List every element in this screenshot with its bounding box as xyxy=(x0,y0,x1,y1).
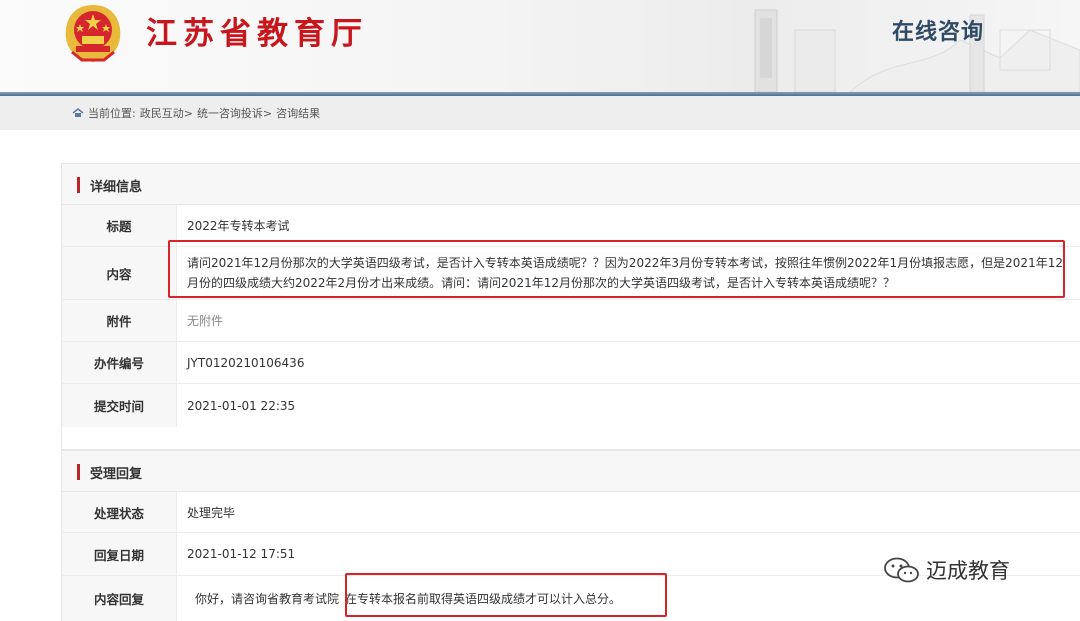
detail-row-submit-time: 提交时间 2021-01-01 22:35 xyxy=(62,384,1080,427)
breadcrumb: 当前位置: 政民互动> 统一咨询投诉> 咨询结果 xyxy=(72,105,320,121)
national-emblem-icon xyxy=(65,5,121,62)
detail-row-attachment: 附件 无附件 xyxy=(62,300,1080,342)
highlight-box-question xyxy=(168,240,1065,298)
row-label: 提交时间 xyxy=(62,384,177,427)
breadcrumb-link-interaction[interactable]: 政民互动> xyxy=(140,105,193,121)
breadcrumb-prefix: 当前位置: xyxy=(88,107,136,120)
reply-text-part1: 你好，请咨询省教育考试院 xyxy=(195,592,340,606)
details-section-title: 详细信息 xyxy=(90,180,143,195)
watermark-text: 迈成教育 xyxy=(926,559,1010,583)
wechat-icon xyxy=(884,557,919,583)
breadcrumb-link-consult[interactable]: 统一咨询投诉> xyxy=(197,105,272,121)
reply-section-title: 受理回复 xyxy=(90,467,143,482)
highlight-box-answer xyxy=(345,573,667,617)
row-value-attachment: 无附件 xyxy=(187,314,224,328)
breadcrumb-current: 咨询结果 xyxy=(276,107,321,120)
row-value-status: 处理完毕 xyxy=(187,505,236,520)
row-label: 办件编号 xyxy=(62,342,177,383)
watermark: 迈成教育 xyxy=(882,555,1010,585)
home-icon xyxy=(72,108,84,117)
detail-row-case-number: 办件编号 JYT0120210106436 xyxy=(62,342,1080,384)
section-marker xyxy=(77,464,80,480)
site-header: 江苏省教育厅 在线咨询 xyxy=(0,0,1080,92)
section-marker xyxy=(77,177,80,193)
details-panel: 详细信息 标题 2022年专转本考试 内容 请问2021年12月份那次的大学英语… xyxy=(61,163,1080,450)
skyline-graphic xyxy=(754,9,1080,92)
row-label: 处理状态 xyxy=(62,492,177,532)
site-title: 江苏省教育厅 xyxy=(146,16,368,52)
row-value-case-number: JYT0120210106436 xyxy=(187,355,305,370)
row-value-submit-time: 2021-01-01 22:35 xyxy=(187,398,296,413)
row-label: 内容 xyxy=(62,247,177,299)
reply-row-status: 处理状态 处理完毕 xyxy=(62,492,1080,533)
details-panel-header: 详细信息 xyxy=(62,164,1080,205)
reply-panel-header: 受理回复 xyxy=(62,451,1080,492)
online-consult-title: 在线咨询 xyxy=(892,20,985,45)
row-label: 回复日期 xyxy=(62,533,177,575)
row-label: 标题 xyxy=(62,205,177,246)
row-label: 附件 xyxy=(62,300,177,341)
row-label: 内容回复 xyxy=(62,576,177,621)
